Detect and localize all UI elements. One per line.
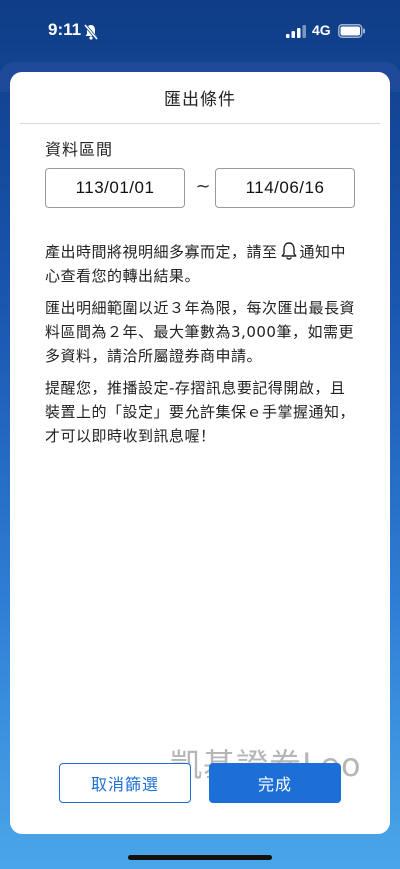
status-time: 9:11: [48, 20, 82, 39]
start-date-field[interactable]: 113/01/01: [45, 168, 185, 208]
notice-export-range: 匯出明細範圍以近３年為限，每次匯出最長資料區間為２年、最大筆數為3,000筆，如…: [45, 299, 356, 365]
notice-push-settings: 提醒您，推播設定-存摺訊息要記得開啟，且裝置上的「設定」要允許集保ｅ手掌握通知，…: [45, 379, 356, 445]
bell-icon: [281, 242, 297, 260]
signal-icon: [286, 25, 306, 38]
home-indicator[interactable]: [128, 855, 272, 860]
battery-icon: [338, 24, 365, 38]
date-separator: ~: [195, 176, 211, 197]
export-conditions-dialog: 匯出條件 資料區間 113/01/01 ~ 114/06/16 產出時間將視明細…: [10, 72, 390, 834]
status-bar: 9:11 4G: [0, 0, 400, 64]
cancel-filter-button[interactable]: 取消篩選: [59, 763, 191, 803]
date-range-label: 資料區間: [45, 140, 114, 159]
dialog-header: 匯出條件: [20, 72, 380, 124]
done-button[interactable]: 完成: [209, 763, 341, 803]
notice-output-time-text-1: 產出時間將視明細多寡而定，請至: [45, 243, 278, 261]
notice-output-time: 產出時間將視明細多寡而定，請至 通知中心查看您的轉出結果。: [45, 240, 360, 288]
end-date-field[interactable]: 114/06/16: [215, 168, 355, 208]
bell-off-icon: [84, 24, 98, 40]
network-label: 4G: [312, 22, 331, 38]
dialog-title: 匯出條件: [164, 90, 236, 110]
